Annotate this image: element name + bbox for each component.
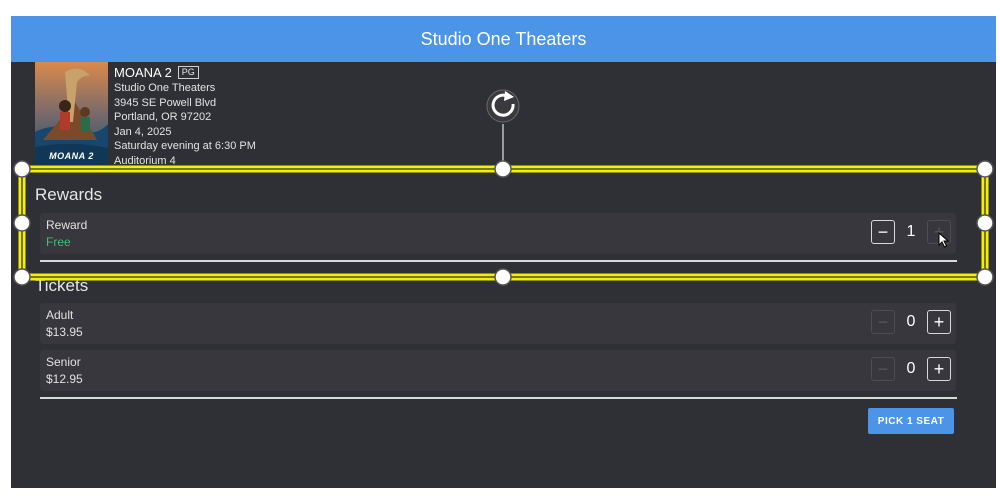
rating-badge: PG — [177, 65, 199, 79]
ticket-row-adult: Adult $13.95 − 0 + — [40, 303, 956, 344]
reward-price: Free — [46, 235, 71, 249]
auditorium: Auditorium 4 — [114, 154, 176, 167]
rewards-title: Rewards — [35, 185, 103, 204]
senior-minus-button[interactable]: − — [871, 357, 895, 381]
senior-quantity-stepper: − 0 + — [871, 356, 951, 382]
app-header: Studio One Theaters — [11, 16, 996, 62]
reward-name: Reward — [46, 218, 88, 232]
ticket-price-adult: $13.95 — [46, 325, 83, 339]
tickets-title: Tickets — [35, 276, 89, 295]
movie-info: MOANA 2 PG Studio One Theaters 3945 SE P… — [114, 63, 256, 169]
reward-minus-button[interactable]: − — [871, 220, 895, 244]
senior-quantity: 0 — [906, 360, 916, 377]
showtime: Saturday evening at 6:30 PM — [114, 140, 256, 153]
pick-seat-button[interactable]: PICK 1 SEAT — [868, 408, 954, 434]
reward-row: Reward Free − 1 + — [40, 213, 956, 254]
ticket-name-adult: Adult — [46, 308, 74, 322]
ticket-price-senior: $12.95 — [46, 372, 83, 386]
rewards-divider — [40, 260, 957, 262]
app-window: Studio One Theaters MOANA 2 MOANA 2 PG S… — [11, 16, 996, 488]
address-line-1: 3945 SE Powell Blvd — [114, 96, 217, 109]
address-line-2: Portland, OR 97202 — [114, 111, 212, 124]
adult-quantity-stepper: − 0 + — [871, 309, 951, 335]
reward-quantity: 1 — [906, 223, 916, 240]
ticket-name-senior: Senior — [46, 355, 81, 369]
movie-title-line: MOANA 2 PG — [114, 63, 256, 81]
adult-quantity: 0 — [906, 313, 916, 330]
senior-plus-button[interactable]: + — [927, 357, 951, 381]
poster-title: MOANA 2 — [49, 151, 94, 161]
ticket-row-senior: Senior $12.95 − 0 + — [40, 350, 956, 391]
poster-art — [35, 62, 108, 165]
mouse-pointer-icon — [938, 232, 950, 248]
header-title: Studio One Theaters — [420, 28, 587, 49]
tickets-divider — [40, 397, 957, 399]
movie-poster: MOANA 2 — [35, 62, 108, 165]
adult-plus-button[interactable]: + — [927, 310, 951, 334]
show-date: Jan 4, 2025 — [114, 125, 172, 138]
movie-title: MOANA 2 — [114, 64, 172, 80]
theater-name: Studio One Theaters — [114, 82, 216, 94]
adult-minus-button[interactable]: − — [871, 310, 895, 334]
